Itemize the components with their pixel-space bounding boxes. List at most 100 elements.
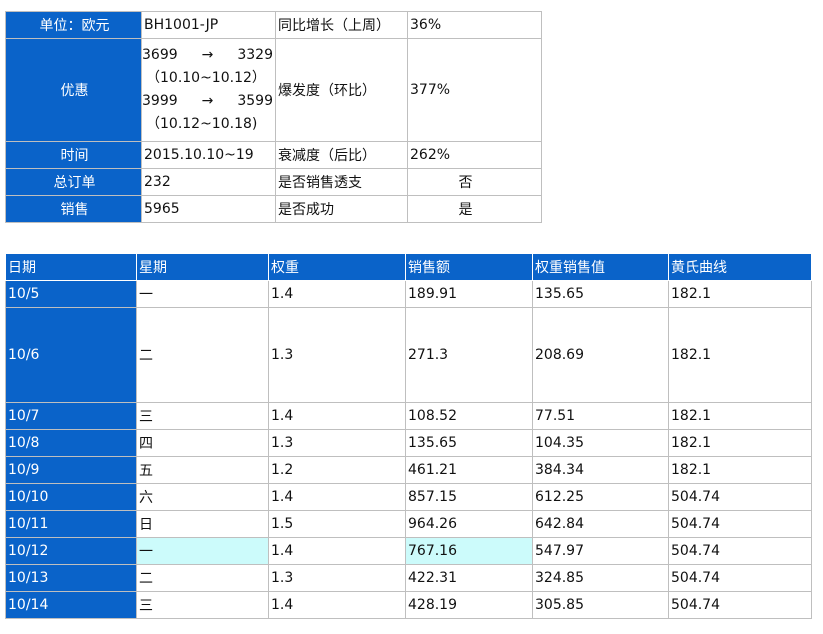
promo-2-from: 3999 <box>142 93 178 109</box>
burst-value: 377% <box>407 38 542 142</box>
header-weekday: 星期 <box>136 253 269 281</box>
row-sales: 189.91 <box>405 280 533 308</box>
row-weighted-sales: 612.25 <box>532 483 669 511</box>
yoy-value: 36% <box>407 11 542 39</box>
sales-table: 日期 星期 权重 销售额 权重销售值 黄氏曲线 10/5 一 1.4 189.9… <box>5 253 812 619</box>
row-huang-curve: 182.1 <box>668 307 812 403</box>
table-row: 10/11 日 1.5 964.26 642.84 504.74 <box>5 510 812 538</box>
yoy-label: 同比增长（上周） <box>275 11 408 39</box>
unit-label: 单位：欧元 <box>5 11 142 39</box>
promo-1-dates: （10.10~10.12） <box>146 70 266 86</box>
row-sales: 135.65 <box>405 429 533 457</box>
row-date: 10/11 <box>5 510 137 538</box>
table-row: 10/12 一 1.4 767.16 547.97 504.74 <box>5 537 812 565</box>
row-huang-curve: 504.74 <box>668 537 812 565</box>
row-weighted-sales: 547.97 <box>532 537 669 565</box>
row-weekday: 六 <box>136 483 269 511</box>
row-huang-curve: 504.74 <box>668 510 812 538</box>
table-row: 10/10 六 1.4 857.15 612.25 504.74 <box>5 483 812 511</box>
header-weighted-sales: 权重销售值 <box>532 253 669 281</box>
row-sales: 857.15 <box>405 483 533 511</box>
time-value: 2015.10.10~19 <box>141 141 276 169</box>
orders-label: 总订单 <box>5 168 142 196</box>
row-date: 10/8 <box>5 429 137 457</box>
decay-label: 衰减度（后比） <box>275 141 408 169</box>
table-row: 10/9 五 1.2 461.21 384.34 182.1 <box>5 456 812 484</box>
row-weight: 1.4 <box>268 402 406 430</box>
promo-1-from: 3699 <box>142 47 178 63</box>
row-weekday: 二 <box>136 564 269 592</box>
row-weight: 1.3 <box>268 564 406 592</box>
time-label: 时间 <box>5 141 142 169</box>
row-sales: 964.26 <box>405 510 533 538</box>
header-weight: 权重 <box>268 253 406 281</box>
success-value: 是 <box>407 195 542 223</box>
summary-table: 单位：欧元 BH1001-JP 同比增长（上周） 36% 优惠 3699 → 3… <box>5 11 542 223</box>
decay-value: 262% <box>407 141 542 169</box>
row-sales: 461.21 <box>405 456 533 484</box>
table-row: 10/6 二 1.3 271.3 208.69 182.1 <box>5 307 812 403</box>
sales-label: 销售 <box>5 195 142 223</box>
table-row: 10/8 四 1.3 135.65 104.35 182.1 <box>5 429 812 457</box>
table-row: 10/5 一 1.4 189.91 135.65 182.1 <box>5 280 812 308</box>
arrow-icon: → <box>201 47 214 63</box>
row-weighted-sales: 135.65 <box>532 280 669 308</box>
row-huang-curve: 504.74 <box>668 564 812 592</box>
table-header-row: 日期 星期 权重 销售额 权重销售值 黄氏曲线 <box>5 253 812 281</box>
row-date: 10/5 <box>5 280 137 308</box>
row-date: 10/14 <box>5 591 137 619</box>
row-date: 10/13 <box>5 564 137 592</box>
row-weekday-highlighted: 一 <box>136 537 269 565</box>
promo-2-to: 3599 <box>237 93 273 109</box>
row-weight: 1.5 <box>268 510 406 538</box>
row-weighted-sales: 305.85 <box>532 591 669 619</box>
row-huang-curve: 504.74 <box>668 591 812 619</box>
row-date: 10/10 <box>5 483 137 511</box>
arrow-icon: → <box>201 93 214 109</box>
burst-label: 爆发度（环比） <box>275 38 408 142</box>
row-weekday: 四 <box>136 429 269 457</box>
row-weekday: 二 <box>136 307 269 403</box>
row-huang-curve: 182.1 <box>668 402 812 430</box>
row-sales: 108.52 <box>405 402 533 430</box>
header-sales: 销售额 <box>405 253 533 281</box>
row-weighted-sales: 324.85 <box>532 564 669 592</box>
row-sales: 271.3 <box>405 307 533 403</box>
row-huang-curve: 182.1 <box>668 456 812 484</box>
row-weekday: 三 <box>136 591 269 619</box>
row-weighted-sales: 642.84 <box>532 510 669 538</box>
row-weight: 1.4 <box>268 537 406 565</box>
sku-value: BH1001-JP <box>141 11 276 39</box>
promo-line-1: 3699 → 3329 <box>142 44 275 67</box>
table-row: 10/13 二 1.3 422.31 324.85 504.74 <box>5 564 812 592</box>
overdraft-value: 否 <box>407 168 542 196</box>
success-label: 是否成功 <box>275 195 408 223</box>
row-sales: 428.19 <box>405 591 533 619</box>
table-row: 10/14 三 1.4 428.19 305.85 504.74 <box>5 591 812 619</box>
row-weight: 1.2 <box>268 456 406 484</box>
row-date: 10/12 <box>5 537 137 565</box>
row-weekday: 三 <box>136 402 269 430</box>
row-date: 10/6 <box>5 307 137 403</box>
orders-value: 232 <box>141 168 276 196</box>
sales-value: 5965 <box>141 195 276 223</box>
row-weighted-sales: 104.35 <box>532 429 669 457</box>
row-weight: 1.3 <box>268 307 406 403</box>
promo-1-to: 3329 <box>237 47 273 63</box>
row-date: 10/9 <box>5 456 137 484</box>
row-weight: 1.4 <box>268 591 406 619</box>
row-weekday: 一 <box>136 280 269 308</box>
row-weight: 1.4 <box>268 483 406 511</box>
row-weight: 1.3 <box>268 429 406 457</box>
overdraft-label: 是否销售透支 <box>275 168 408 196</box>
row-weight: 1.4 <box>268 280 406 308</box>
row-weekday: 五 <box>136 456 269 484</box>
row-huang-curve: 182.1 <box>668 280 812 308</box>
table-row: 10/7 三 1.4 108.52 77.51 182.1 <box>5 402 812 430</box>
row-sales-highlighted: 767.16 <box>405 537 533 565</box>
row-weighted-sales: 208.69 <box>532 307 669 403</box>
row-date: 10/7 <box>5 402 137 430</box>
header-date: 日期 <box>5 253 137 281</box>
row-weekday: 日 <box>136 510 269 538</box>
row-weighted-sales: 384.34 <box>532 456 669 484</box>
